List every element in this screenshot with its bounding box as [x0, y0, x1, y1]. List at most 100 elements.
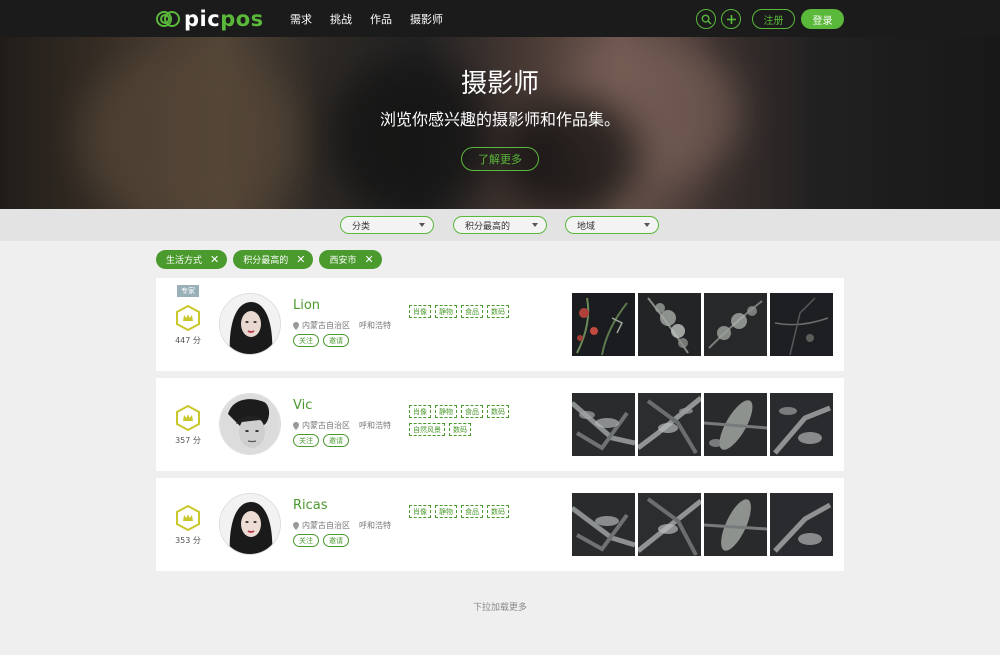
logo-text: picpos: [184, 7, 264, 31]
crown-icon: [176, 505, 200, 531]
tag-list: 肖像 静物 食品 数码: [409, 305, 539, 318]
location-pin-icon: [293, 321, 299, 330]
main-nav: 需求 挑战 作品 摄影师: [290, 11, 443, 27]
sort-dropdown[interactable]: 积分最高的: [453, 216, 547, 234]
avatar[interactable]: [219, 393, 281, 455]
avatar[interactable]: [219, 493, 281, 555]
portfolio-thumbnail[interactable]: [572, 493, 635, 556]
location-pin-icon: [293, 421, 299, 430]
portfolio-thumbnail[interactable]: [638, 393, 701, 456]
card-actions: 关注 邀请: [293, 434, 349, 447]
logo-icon: [156, 9, 180, 29]
tag[interactable]: 数码: [449, 423, 471, 436]
region-dropdown[interactable]: 地域: [565, 216, 659, 234]
register-button[interactable]: 注册: [752, 9, 795, 29]
nav-link-photographers[interactable]: 摄影师: [410, 11, 443, 27]
tag[interactable]: 自然风景: [409, 423, 445, 436]
load-more-hint[interactable]: 下拉加载更多: [0, 600, 1000, 613]
portfolio-thumbnail[interactable]: [638, 293, 701, 356]
tag[interactable]: 肖像: [409, 405, 431, 418]
chip-label: 积分最高的: [243, 256, 289, 266]
category-dropdown[interactable]: 分类: [340, 216, 434, 234]
top-nav: picpos 需求 挑战 作品 摄影师 注册 登录: [0, 0, 1000, 37]
tag[interactable]: 数码: [487, 405, 509, 418]
caret-down-icon: [644, 223, 650, 227]
city: 呼和浩特: [359, 521, 391, 530]
search-icon: [701, 14, 712, 25]
close-icon[interactable]: ✕: [296, 253, 305, 266]
follow-button[interactable]: 关注: [293, 334, 319, 347]
search-button[interactable]: [696, 9, 716, 29]
portfolio-thumbnail[interactable]: [704, 393, 767, 456]
dropdown-label: 分类: [352, 221, 371, 232]
chip-label: 西安市: [329, 256, 357, 266]
location: 内蒙古自治区 呼和浩特: [293, 320, 391, 331]
tag[interactable]: 静物: [435, 305, 457, 318]
photographer-name[interactable]: Lion: [293, 298, 320, 313]
logo[interactable]: picpos: [156, 7, 264, 31]
portfolio-thumbnails: [572, 493, 833, 556]
score: 447 分: [175, 336, 201, 345]
dropdown-label: 积分最高的: [465, 221, 511, 232]
tag[interactable]: 数码: [487, 505, 509, 518]
tag[interactable]: 肖像: [409, 505, 431, 518]
portfolio-thumbnails: [572, 293, 833, 356]
avatar[interactable]: [219, 293, 281, 355]
nav-link-needs[interactable]: 需求: [290, 11, 312, 27]
close-icon[interactable]: ✕: [364, 253, 373, 266]
dropdown-label: 地域: [577, 221, 596, 232]
hero-title: 摄影师: [460, 69, 539, 99]
portfolio-thumbnail[interactable]: [572, 293, 635, 356]
tag[interactable]: 静物: [435, 505, 457, 518]
plus-icon: [726, 14, 736, 24]
active-filters: 生活方式 ✕ 积分最高的 ✕ 西安市 ✕: [156, 250, 382, 269]
tag[interactable]: 食品: [461, 305, 483, 318]
region: 内蒙古自治区: [302, 521, 350, 530]
invite-button[interactable]: 邀请: [323, 434, 349, 447]
invite-button[interactable]: 邀请: [323, 334, 349, 347]
login-button[interactable]: 登录: [801, 9, 844, 29]
portfolio-thumbnail[interactable]: [770, 493, 833, 556]
region: 内蒙古自治区: [302, 321, 350, 330]
portfolio-thumbnail[interactable]: [704, 493, 767, 556]
card-actions: 关注 邀请: [293, 334, 349, 347]
city: 呼和浩特: [359, 421, 391, 430]
tag[interactable]: 肖像: [409, 305, 431, 318]
crown-icon: [176, 405, 200, 431]
nav-link-challenges[interactable]: 挑战: [330, 11, 352, 27]
portfolio-thumbnail[interactable]: [704, 293, 767, 356]
photographer-card: 357 分 Vic 内蒙古自治区 呼和浩特 关注 邀请 肖像 静物 食品 数码 …: [156, 378, 844, 471]
add-button[interactable]: [721, 9, 741, 29]
portfolio-thumbnail[interactable]: [572, 393, 635, 456]
invite-button[interactable]: 邀请: [323, 534, 349, 547]
portfolio-thumbnail[interactable]: [770, 293, 833, 356]
photographer-card: 353 分 Ricas 内蒙古自治区 呼和浩特 关注 邀请 肖像 静物 食品 数…: [156, 478, 844, 571]
close-icon[interactable]: ✕: [210, 253, 219, 266]
location: 内蒙古自治区 呼和浩特: [293, 420, 391, 431]
follow-button[interactable]: 关注: [293, 534, 319, 547]
photographer-name[interactable]: Ricas: [293, 498, 328, 513]
filter-chip: 西安市 ✕: [319, 250, 382, 269]
caret-down-icon: [532, 223, 538, 227]
tag[interactable]: 食品: [461, 505, 483, 518]
learn-more-button[interactable]: 了解更多: [461, 147, 539, 171]
photographer-card: 专家 447 分 Lion 内蒙古自治区 呼和浩特 关注 邀请 肖像 静物 食品…: [156, 278, 844, 371]
expert-badge: 专家: [177, 285, 199, 297]
tag[interactable]: 食品: [461, 405, 483, 418]
tag[interactable]: 静物: [435, 405, 457, 418]
location: 内蒙古自治区 呼和浩特: [293, 520, 391, 531]
photographer-name[interactable]: Vic: [293, 398, 312, 413]
card-actions: 关注 邀请: [293, 534, 349, 547]
portfolio-thumbnail[interactable]: [770, 393, 833, 456]
portfolio-thumbnail[interactable]: [638, 493, 701, 556]
filter-chip: 生活方式 ✕: [156, 250, 228, 269]
city: 呼和浩特: [359, 321, 391, 330]
hero-banner: 摄影师 浏览你感兴趣的摄影师和作品集。 了解更多: [0, 37, 1000, 209]
filter-chip: 积分最高的 ✕: [233, 250, 314, 269]
follow-button[interactable]: 关注: [293, 434, 319, 447]
nav-link-works[interactable]: 作品: [370, 11, 392, 27]
score: 357 分: [175, 436, 201, 445]
filter-bar: 分类 积分最高的 地域: [0, 209, 1000, 241]
tag[interactable]: 数码: [487, 305, 509, 318]
chip-label: 生活方式: [166, 256, 203, 266]
